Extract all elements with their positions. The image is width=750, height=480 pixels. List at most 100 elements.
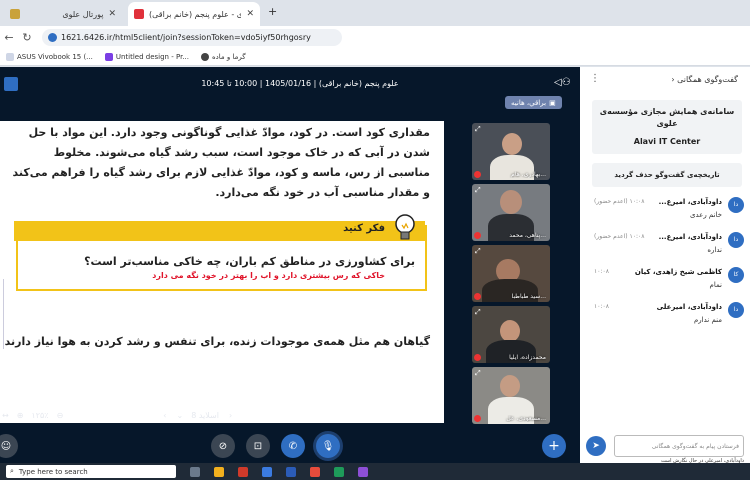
class-favicon-icon bbox=[134, 9, 144, 19]
video-tile[interactable]: ⤢ پناهی، محمد... bbox=[472, 184, 550, 241]
task-view-icon[interactable] bbox=[190, 466, 200, 477]
message-time: ۱۰:۰۸ bbox=[594, 268, 609, 275]
think-header: فکر کنید bbox=[14, 221, 425, 241]
message-text: خانم رعدی bbox=[689, 211, 722, 219]
video-tile[interactable]: ⤢ بهادری، هام... bbox=[472, 123, 550, 180]
taskbar-search[interactable]: ⌕ Type here to search bbox=[6, 465, 176, 478]
prev-slide-icon[interactable]: ‹ bbox=[163, 411, 166, 420]
chat-message: دا داودآبادی، امیرع... ۱۰:۰۸ (اعدم حضور)… bbox=[584, 232, 744, 262]
browser-tab-class[interactable]: علوی - علوم پنجم (خانم براقی) ✕ bbox=[128, 2, 260, 26]
options-button[interactable]: ☺ bbox=[0, 434, 18, 458]
taskbar-search-placeholder: Type here to search bbox=[18, 467, 88, 476]
camera-button[interactable]: ⊡ bbox=[246, 434, 270, 458]
expand-icon[interactable]: ⤢ bbox=[475, 308, 481, 317]
file-explorer-icon[interactable] bbox=[214, 466, 224, 477]
app-icon[interactable] bbox=[310, 466, 320, 477]
video-tile[interactable]: ⤢ مسعودی، عل... bbox=[472, 367, 550, 424]
address-bar[interactable]: 1621.6426.ir/html5client/join?sessionTok… bbox=[42, 28, 342, 46]
video-name: پناهی، محمد... bbox=[509, 232, 546, 239]
chat-title[interactable]: گفت‌وگوی همگانی ‹ bbox=[671, 75, 738, 84]
sender-name: داودآبادی، امیرع... bbox=[658, 198, 722, 206]
presenter-badge: براقي، هانيه ▣ bbox=[505, 96, 562, 109]
screen-share-icon: ⊘ bbox=[218, 440, 228, 452]
microphone-icon: 🎙 bbox=[321, 440, 335, 452]
audio-button[interactable]: ✆ bbox=[281, 434, 305, 458]
plus-icon: + bbox=[548, 438, 560, 454]
video-name: مسعودی، عل... bbox=[506, 415, 546, 422]
chat-options-icon[interactable]: ⋮ bbox=[590, 73, 600, 84]
mute-button[interactable]: 🎙 bbox=[316, 434, 340, 458]
chat-message: کا کاظمی شیخ زاهدی، کیان ۱۰:۰۸ نمام bbox=[584, 267, 744, 297]
slide-selector[interactable]: اسلاید 8 bbox=[191, 411, 219, 420]
welcome-title: سامانه‌ی همایش مجازی مؤسسه‌ی علوی bbox=[599, 107, 735, 128]
zoom-out-icon[interactable]: ⊖ bbox=[57, 411, 64, 420]
meeting-topbar: علوم پنجم (خانم براقی) | 1405/01/16 | 10… bbox=[0, 67, 580, 103]
expand-icon[interactable]: ⤢ bbox=[475, 247, 481, 256]
message-time: ۱۰:۰۸ (اعدم حضور) bbox=[594, 233, 645, 240]
meeting-title: علوم پنجم (خانم براقی) | 1405/01/16 | 10… bbox=[201, 79, 399, 88]
bookmark-asus[interactable]: ASUS Vivobook 15 (... bbox=[6, 52, 93, 61]
fit-width-icon[interactable]: ↔ bbox=[2, 411, 9, 420]
app-icon[interactable] bbox=[238, 466, 248, 477]
slide-last-line: گیاهان هم مثل همه‌ی موجودات زنده، برای ت… bbox=[0, 335, 430, 348]
back-icon[interactable]: ← bbox=[0, 31, 18, 44]
close-tab-icon[interactable]: ✕ bbox=[246, 9, 254, 19]
address-row: ← ↻ 1621.6426.ir/html5client/join?sessio… bbox=[0, 26, 750, 48]
video-name: سید طباطبا... bbox=[511, 293, 546, 300]
history-cleared-notice: تاریخچه‌ی گفت‌وگو حذف گردید bbox=[592, 163, 742, 187]
reload-icon[interactable]: ↻ bbox=[18, 31, 36, 44]
bookmark-untitled-design[interactable]: Untitled design - Pr... bbox=[104, 52, 189, 61]
muted-mic-icon bbox=[474, 171, 481, 178]
muted-mic-icon bbox=[474, 293, 481, 300]
slide-paragraph: مقداری کود است. در کود، موادّ غذایی گونا… bbox=[12, 126, 430, 199]
word-icon[interactable] bbox=[286, 466, 296, 477]
app-icon[interactable] bbox=[358, 466, 368, 477]
answer-annotation: خاکی که رس بیشتری دارد و اب را بهتر در خ… bbox=[152, 271, 385, 280]
bookmarks-bar: ASUS Vivobook 15 (... Untitled design - … bbox=[0, 48, 750, 66]
users-toggle-icon[interactable]: ◁⚇ bbox=[554, 77, 571, 88]
share-screen-button[interactable]: ⊘ bbox=[211, 434, 235, 458]
slide-select-chevron-icon[interactable]: ⌄ bbox=[177, 411, 184, 420]
muted-mic-icon bbox=[474, 354, 481, 361]
actions-plus-button[interactable]: + bbox=[542, 434, 566, 458]
app-icon[interactable] bbox=[334, 466, 344, 477]
close-tab-icon[interactable]: ✕ bbox=[108, 9, 116, 19]
chat-title-text: گفت‌وگوی همگانی bbox=[677, 75, 738, 84]
windows-taskbar: ⌕ Type here to search bbox=[0, 463, 750, 480]
presenter-icon: ▣ bbox=[549, 98, 556, 107]
expand-icon[interactable]: ⤢ bbox=[475, 186, 481, 195]
zoom-in-icon[interactable]: ⊕ bbox=[17, 411, 24, 420]
portal-favicon-icon bbox=[10, 9, 20, 19]
phone-icon: ✆ bbox=[288, 440, 298, 452]
app-logo-icon[interactable] bbox=[4, 77, 18, 91]
bookmark-heat[interactable]: گرما و ماده bbox=[200, 52, 246, 61]
chat-panel: گفت‌وگوی همگانی ‹ ⋮ سامانه‌ی همایش مجازی… bbox=[580, 67, 750, 464]
browser-tab-portal[interactable]: پورتال علوی ✕ bbox=[4, 2, 122, 26]
send-message-button[interactable]: ➤ bbox=[586, 436, 606, 456]
chat-message-input[interactable]: فرستادن پیام به گفت‌وگوی همگانی bbox=[614, 435, 744, 457]
welcome-message: سامانه‌ی همایش مجازی مؤسسه‌ی علوی Alavi … bbox=[592, 100, 742, 154]
reactions-icon: ☺ bbox=[0, 440, 12, 452]
chrome-icon[interactable] bbox=[262, 466, 272, 477]
chat-message: دا داودآبادی، امیرع... ۱۰:۰۸ (اعدم حضور)… bbox=[584, 197, 744, 227]
url-text: 1621.6426.ir/html5client/join?sessionTok… bbox=[61, 32, 311, 42]
new-tab-button[interactable]: + bbox=[268, 5, 277, 18]
video-tile[interactable]: ⤢ سید طباطبا... bbox=[472, 245, 550, 302]
think-box: فکر کنید برای کشاورزی در مناطق کم باران،… bbox=[14, 214, 427, 291]
expand-icon[interactable]: ⤢ bbox=[475, 125, 481, 134]
avatar: کا bbox=[728, 267, 744, 283]
browser-tabstrip: پورتال علوی ✕ علوی - علوم پنجم (خانم برا… bbox=[0, 0, 750, 26]
site-info-icon[interactable] bbox=[48, 32, 57, 42]
asus-favicon-icon bbox=[6, 52, 14, 61]
video-name: بهادری، هام... bbox=[511, 171, 546, 178]
globe-icon bbox=[200, 52, 209, 61]
next-slide-icon[interactable]: › bbox=[229, 411, 232, 420]
chevron-left-icon: ‹ bbox=[671, 75, 675, 84]
tab-label: علوی - علوم پنجم (خانم براقی) bbox=[149, 9, 242, 19]
design-favicon-icon bbox=[104, 52, 113, 61]
expand-icon[interactable]: ⤢ bbox=[475, 369, 481, 378]
avatar: دا bbox=[728, 302, 744, 318]
think-label: فکر کنید bbox=[343, 223, 385, 234]
video-tile[interactable]: ⤢ محمدزاده، ایلیا bbox=[472, 306, 550, 363]
left-dock[interactable] bbox=[0, 279, 4, 349]
